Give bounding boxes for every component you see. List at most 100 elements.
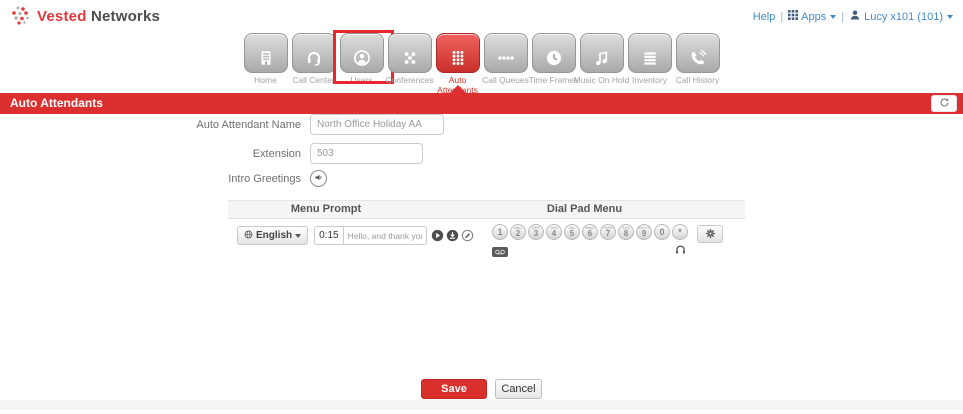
dial-key-digit: 4	[552, 230, 556, 238]
dial-key-digit: 7	[606, 230, 610, 238]
extension-input[interactable]	[310, 143, 423, 164]
dial-key-digit: 9	[642, 230, 646, 238]
globe-icon	[244, 230, 253, 242]
intro-greetings-button[interactable]	[310, 170, 327, 187]
nav-item-call-history: Call History	[676, 33, 720, 96]
key-star-assignment-badge	[672, 245, 688, 259]
person-icon	[849, 9, 861, 24]
menu-prompt-controls: English 0:15	[237, 226, 474, 245]
dial-key-8[interactable]: TUV8	[618, 224, 634, 240]
chevron-down-icon	[947, 15, 953, 19]
help-link[interactable]: Help	[753, 11, 776, 23]
dial-key-digit: 1	[497, 228, 502, 236]
dial-key-5[interactable]: JKL5	[564, 224, 580, 240]
prompt-duration: 0:15	[314, 226, 342, 245]
nav-item-conferences: Conferences	[388, 33, 432, 96]
form-actions: Save Cancel	[0, 379, 963, 399]
menu-prompt-header: Menu Prompt	[228, 201, 424, 218]
dialpad-settings-button[interactable]	[697, 225, 723, 243]
nav-item-music-on-hold: Music On Hold	[580, 33, 624, 96]
intro-greetings-label: Intro Greetings	[0, 173, 310, 185]
apps-link[interactable]: Apps	[788, 10, 836, 23]
clock-icon	[533, 49, 575, 67]
main-nav: HomeCall CenterUsersConferencesAuto Atte…	[0, 33, 963, 96]
user-menu[interactable]: Lucy x101 (101)	[849, 9, 953, 24]
prompt-actions	[431, 229, 474, 242]
phone-icon	[677, 49, 719, 67]
dial-key-9[interactable]: WXYZ9	[636, 224, 652, 240]
ellipsis-icon	[485, 49, 527, 67]
cancel-button[interactable]: Cancel	[495, 379, 542, 399]
nav-item-inventory: Inventory	[628, 33, 672, 96]
nav-button-call-center[interactable]	[292, 33, 336, 73]
nav-button-home[interactable]	[244, 33, 288, 73]
record-icon[interactable]	[461, 229, 474, 242]
dial-key-1[interactable]: 1	[492, 224, 508, 240]
dial-key-7[interactable]: PQRS7	[600, 224, 616, 240]
auto-attendant-name-input[interactable]	[310, 114, 444, 135]
nav-button-conferences[interactable]	[388, 33, 432, 73]
play-icon[interactable]	[431, 229, 444, 242]
dial-key-4[interactable]: GHI4	[546, 224, 562, 240]
save-button[interactable]: Save	[421, 379, 487, 399]
dial-key-digit: 6	[588, 230, 592, 238]
brand-secondary-text: Networks	[91, 8, 160, 25]
active-tab-caret	[450, 85, 466, 93]
nav-button-call-history[interactable]	[676, 33, 720, 73]
refresh-button[interactable]	[931, 95, 957, 112]
dial-key-digit: 3	[534, 230, 538, 238]
page-title: Auto Attendants	[10, 93, 103, 114]
nav-button-music-on-hold[interactable]	[580, 33, 624, 73]
footer-strip	[0, 400, 963, 410]
brand-primary-text: Vested	[37, 8, 87, 25]
dial-pad-menu: 1 ABC2DEF3GHI4JKL5MNO6PQRS7TUV8WXYZ9 0 *	[492, 224, 688, 240]
dial-key-star[interactable]: *	[672, 224, 688, 240]
key-1-assignment-badge	[492, 247, 508, 257]
table-header: Menu Prompt Dial Pad Menu	[228, 200, 745, 219]
nav-item-time-frames: Time Frames	[532, 33, 576, 96]
dial-pad-menu-header: Dial Pad Menu	[424, 201, 745, 218]
chevron-down-icon	[830, 15, 836, 19]
page-banner: Auto Attendants	[0, 93, 963, 114]
nav-button-inventory[interactable]	[628, 33, 672, 73]
separator: |	[841, 11, 844, 23]
form-row-name: Auto Attendant Name	[0, 114, 444, 135]
dial-key-0[interactable]: 0	[654, 224, 670, 240]
headset-icon	[293, 49, 335, 67]
grid-icon	[788, 10, 798, 23]
dial-key-6[interactable]: MNO6	[582, 224, 598, 240]
nav-item-users: Users	[340, 33, 384, 96]
nav-item-call-queues: Call Queues	[484, 33, 528, 96]
dial-key-2[interactable]: ABC2	[510, 224, 526, 240]
dial-key-3[interactable]: DEF3	[528, 224, 544, 240]
language-dropdown[interactable]: English	[237, 226, 308, 245]
building-icon	[245, 49, 287, 67]
nav-button-time-frames[interactable]	[532, 33, 576, 73]
extension-label: Extension	[0, 148, 310, 160]
nav-item-call-center: Call Center	[292, 33, 336, 96]
voicemail-icon	[494, 243, 506, 261]
nav-label-call-history: Call History	[670, 76, 726, 86]
prompt-text-input[interactable]	[343, 226, 427, 245]
user-circle-icon	[341, 49, 383, 67]
user-menu-label: Lucy x101 (101)	[864, 11, 943, 23]
list-icon	[629, 49, 671, 67]
chevron-down-icon	[295, 234, 301, 238]
nav-button-users[interactable]	[340, 33, 384, 73]
brand-name: Vested Networks	[37, 8, 160, 25]
brand-logo: Vested Networks	[10, 5, 160, 27]
top-bar: Vested Networks Help | Apps |	[0, 0, 963, 30]
page: Vested Networks Help | Apps |	[0, 0, 963, 414]
download-icon[interactable]	[446, 229, 459, 242]
menu-prompt-table: Menu Prompt Dial Pad Menu English 0:1	[228, 200, 745, 281]
dial-key-digit: 8	[624, 230, 628, 238]
prompt-row: English 0:15	[228, 219, 745, 281]
nav-button-auto-attendants[interactable]	[436, 33, 480, 73]
music-note-icon	[581, 49, 623, 67]
nav-button-call-queues[interactable]	[484, 33, 528, 73]
dial-key-digit: 5	[570, 230, 574, 238]
dialpad-icon	[437, 49, 479, 67]
dial-key-digit: 2	[516, 230, 520, 238]
headset-icon	[674, 243, 687, 261]
dial-key-digit: 0	[659, 228, 664, 236]
